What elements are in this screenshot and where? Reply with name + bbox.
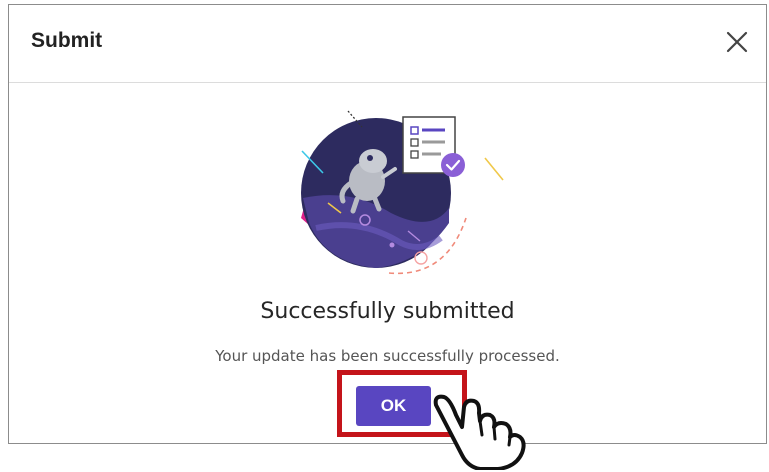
screen: Submit Successfully submitted Your updat…	[0, 0, 769, 472]
success-illustration	[301, 110, 504, 275]
close-button[interactable]	[722, 27, 752, 57]
dialog-header: Submit	[9, 5, 766, 83]
ok-button[interactable]: OK	[356, 386, 431, 426]
close-icon	[726, 31, 748, 53]
pointing-hand-icon	[433, 394, 526, 470]
success-title: Successfully submitted	[260, 299, 515, 324]
success-message: Your update has been successfully proces…	[215, 347, 560, 365]
dialog-title: Submit	[31, 29, 103, 52]
